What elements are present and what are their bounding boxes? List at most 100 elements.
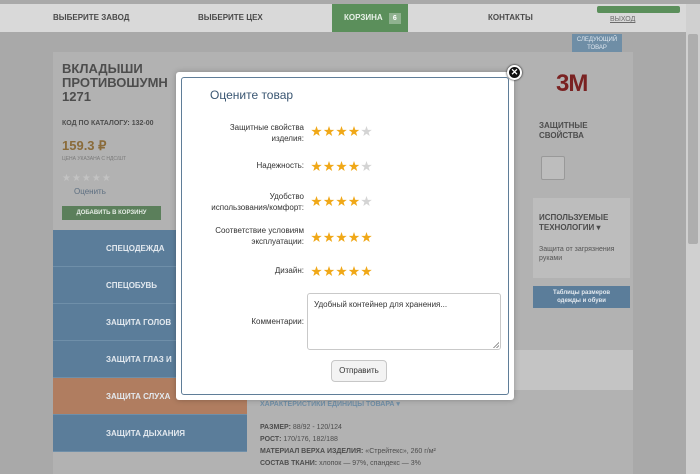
scrollbar-thumb[interactable] xyxy=(688,34,698,244)
page-scrollbar[interactable] xyxy=(686,4,700,474)
tech-line1: ИСПОЛЬЗУЕМЫЕ xyxy=(539,213,609,222)
criterion-label-line2: эксплуатации: xyxy=(251,237,304,246)
characteristic-line: МАТЕРИАЛ ВЕРХА ИЗДЕЛИЯ: «Стрейтекс», 260… xyxy=(260,448,436,455)
criterion-label: Защитные свойства изделия: xyxy=(184,122,304,144)
next-product-tab[interactable]: СЛЕДУЮЩИЙ ТОВАР xyxy=(572,34,622,52)
nav-choose-plant[interactable]: ВЫБЕРИТЕ ЗАВОД xyxy=(53,4,129,32)
criterion-label-line1: Надежность: xyxy=(256,161,304,170)
protection-badge-icon xyxy=(541,156,565,180)
star-icon[interactable] xyxy=(336,126,347,137)
criterion-label: Удобство использования/комфорт: xyxy=(184,191,304,213)
cart-count-badge: 6 xyxy=(388,13,401,24)
characteristic-key: СОСТАВ ТКАНИ: xyxy=(260,460,318,467)
category-item[interactable]: ЗАЩИТА ДЫХАНИЯ xyxy=(53,415,247,452)
logout-link[interactable]: ВЫХОД xyxy=(610,16,635,23)
close-icon[interactable]: ✕ xyxy=(507,65,522,80)
protect-line2: СВОЙСТВА xyxy=(539,131,584,140)
technology-link[interactable]: Защита от загрязнения руками xyxy=(539,245,629,263)
star-icon[interactable] xyxy=(348,266,360,277)
user-progress-bar xyxy=(597,6,680,13)
catalog-code: КОД ПО КАТАЛОГУ: 132-00 xyxy=(62,120,154,127)
price-note: ЦЕНА УКАЗАНА С НДС/ШТ xyxy=(62,156,127,162)
product-title-line1: ВКЛАДЫШИ xyxy=(62,61,143,76)
star-rating[interactable] xyxy=(311,194,374,207)
add-to-cart-button[interactable]: ДОБАВИТЬ В КОРЗИНУ xyxy=(62,206,161,220)
next-product-line1: СЛЕДУЮЩИЙ xyxy=(576,37,618,43)
submit-button[interactable]: Отправить xyxy=(331,360,387,382)
dialog-title: Оцените товар xyxy=(210,88,294,102)
criterion-label: Надежность: xyxy=(184,160,304,171)
star-icon[interactable] xyxy=(311,126,322,137)
criterion-label-line1: Дизайн: xyxy=(274,266,304,275)
star-icon[interactable] xyxy=(336,161,347,172)
characteristics-toggle[interactable]: ХАРАКТЕРИСТИКИ ЕДИНИЦЫ ТОВАРА ▾ xyxy=(260,400,400,408)
tech-line2: ТЕХНОЛОГИИ ▾ xyxy=(539,223,601,232)
characteristic-key: РОСТ: xyxy=(260,436,282,443)
cart-label: КОРЗИНА xyxy=(344,13,383,22)
product-title-line3: 1271 xyxy=(62,89,91,104)
sizes-line2: одежды и обуви xyxy=(557,298,606,304)
characteristic-line: СОСТАВ ТКАНИ: хлопок — 97%, спандекс — 3… xyxy=(260,460,421,467)
characteristic-value: хлопок — 97%, спандекс — 3% xyxy=(317,460,421,467)
product-title-line2: ПРОТИВОШУМН xyxy=(62,75,168,90)
star-icon[interactable] xyxy=(311,232,322,243)
star-icon[interactable] xyxy=(323,161,335,172)
rate-product-link[interactable]: Оценить xyxy=(74,187,106,196)
characteristic-line: РАЗМЕР: 88/92 - 120/124 xyxy=(260,424,342,431)
product-rating-stars: ★★★★★ xyxy=(62,173,112,184)
star-icon[interactable] xyxy=(336,196,347,207)
star-icon[interactable] xyxy=(323,232,335,243)
technologies-box xyxy=(533,198,630,278)
characteristic-value: 170/176, 182/188 xyxy=(281,436,338,443)
star-icon[interactable] xyxy=(311,196,322,207)
nav-choose-shop[interactable]: ВЫБЕРИТЕ ЦЕХ xyxy=(198,4,263,32)
characteristic-line: РОСТ: 170/176, 182/188 xyxy=(260,436,338,443)
star-icon[interactable] xyxy=(348,126,360,137)
comment-label: Комментарии: xyxy=(251,317,304,326)
star-icon[interactable] xyxy=(361,196,372,207)
star-icon[interactable] xyxy=(348,232,360,243)
top-navigation: ВЫБЕРИТЕ ЗАВОД ВЫБЕРИТЕ ЦЕХ КОРЗИНА 6 КО… xyxy=(0,4,686,32)
brand-logo: 3M xyxy=(556,70,588,97)
product-price: 159.3 ₽ xyxy=(62,138,107,153)
comment-textarea[interactable]: Удобный контейнер для хранения... xyxy=(307,293,501,350)
star-rating[interactable] xyxy=(311,230,374,243)
star-icon[interactable] xyxy=(348,196,360,207)
star-icon[interactable] xyxy=(361,161,372,172)
criterion-label-line1: Удобство xyxy=(269,192,304,201)
sizes-line1: Таблицы размеров xyxy=(552,290,611,296)
characteristic-value: «Стрейтекс», 260 г/м² xyxy=(363,448,436,455)
next-product-line2: ТОВАР xyxy=(587,45,607,51)
star-rating[interactable] xyxy=(311,124,374,137)
star-icon[interactable] xyxy=(323,196,335,207)
star-icon[interactable] xyxy=(348,161,360,172)
criterion-label-line1: Защитные свойства xyxy=(229,123,304,132)
star-rating[interactable] xyxy=(311,264,374,277)
star-icon[interactable] xyxy=(323,266,335,277)
star-rating[interactable] xyxy=(311,159,374,172)
characteristic-key: МАТЕРИАЛ ВЕРХА ИЗДЕЛИЯ: xyxy=(260,448,364,455)
star-icon[interactable] xyxy=(361,232,372,243)
star-icon[interactable] xyxy=(311,266,322,277)
star-icon[interactable] xyxy=(361,266,372,277)
star-icon[interactable] xyxy=(323,126,335,137)
star-icon[interactable] xyxy=(336,232,347,243)
characteristic-key: РАЗМЕР: xyxy=(260,424,291,431)
nav-contacts[interactable]: КОНТАКТЫ xyxy=(488,4,533,32)
criterion-label-line1: Соответствие условиям xyxy=(215,226,304,235)
cart-button[interactable]: КОРЗИНА 6 xyxy=(332,4,408,32)
product-title: ВКЛАДЫШИ ПРОТИВОШУМН 1271 xyxy=(62,62,182,104)
size-tables-button[interactable]: Таблицы размеров одежды и обуви xyxy=(533,286,630,308)
criterion-label: Дизайн: xyxy=(184,265,304,276)
criterion-label-line2: изделия: xyxy=(271,134,304,143)
star-icon[interactable] xyxy=(361,126,372,137)
technologies-toggle[interactable]: ИСПОЛЬЗУЕМЫЕ ТЕХНОЛОГИИ ▾ xyxy=(539,213,608,233)
star-icon[interactable] xyxy=(311,161,322,172)
characteristic-value: 88/92 - 120/124 xyxy=(290,424,342,431)
criterion-label-line2: использования/комфорт: xyxy=(211,203,304,212)
star-icon[interactable] xyxy=(336,266,347,277)
protect-line1: ЗАЩИТНЫЕ xyxy=(539,121,588,130)
protective-properties-title: ЗАЩИТНЫЕ СВОЙСТВА xyxy=(539,121,588,141)
criterion-label: Соответствие условиям эксплуатации: xyxy=(184,225,304,247)
resize-grip-icon[interactable] xyxy=(493,342,499,348)
